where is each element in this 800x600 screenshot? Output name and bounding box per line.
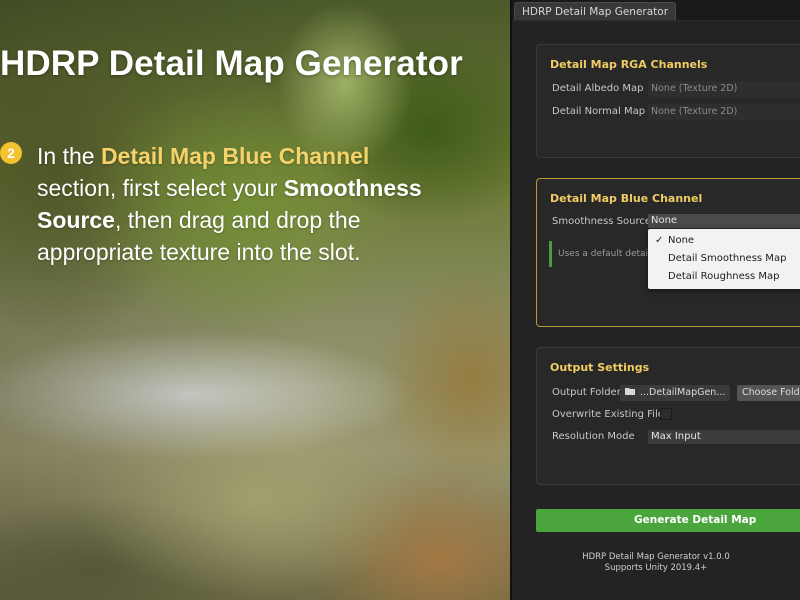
detail-normal-value: None (Texture 2D) <box>651 106 738 117</box>
overwrite-checkbox[interactable] <box>660 408 672 420</box>
smoothness-source-menu: ✓ None Detail Smoothness Map Detail Roug… <box>648 229 800 289</box>
footer-support: Supports Unity 2019.4+ <box>604 563 708 573</box>
step-number-badge: 2 <box>0 142 22 164</box>
output-section-title: Output Settings <box>550 361 650 374</box>
smoothness-source-label: Smoothness Source <box>552 216 652 227</box>
output-folder-label: Output Folder <box>552 387 621 398</box>
rga-section-title: Detail Map RGA Channels <box>550 58 708 71</box>
help-box-text: Uses a default detail s <box>558 249 659 259</box>
step-text-part2: section, first select your <box>37 175 284 201</box>
tab-bar: HDRP Detail Map Generator <box>512 0 800 21</box>
menu-item-detail-smoothness-map[interactable]: Detail Smoothness Map <box>648 250 800 267</box>
resolution-mode-label: Resolution Mode <box>552 431 635 442</box>
detail-albedo-value: None (Texture 2D) <box>651 83 738 94</box>
menu-item-label: None <box>668 235 695 246</box>
detail-normal-field[interactable]: None (Texture 2D) <box>648 104 800 120</box>
menu-item-label: Detail Smoothness Map <box>668 253 787 264</box>
output-folder-value: ...DetailMapGen... <box>640 387 726 398</box>
choose-folder-button[interactable]: Choose Folder <box>737 385 800 401</box>
help-box-accent <box>549 241 552 267</box>
smoothness-source-dropdown[interactable]: None <box>648 214 800 228</box>
step-text-highlight: Detail Map Blue Channel <box>100 143 370 169</box>
editor-window: HDRP Detail Map Generator Detail Map RGA… <box>510 0 800 600</box>
slide-headline: HDRP Detail Map Generator <box>0 44 463 83</box>
tab-hdrp-detail-map-generator[interactable]: HDRP Detail Map Generator <box>514 2 677 21</box>
overwrite-label: Overwrite Existing Files <box>552 409 670 420</box>
menu-item-label: Detail Roughness Map <box>668 271 780 282</box>
detail-normal-label: Detail Normal Map <box>552 106 646 117</box>
detail-albedo-field[interactable]: None (Texture 2D) <box>648 81 800 97</box>
generate-detail-map-button[interactable]: Generate Detail Map <box>536 509 800 532</box>
menu-item-detail-roughness-map[interactable]: Detail Roughness Map <box>648 268 800 285</box>
step-instruction: In the Detail Map Blue Channel section, … <box>37 140 447 268</box>
detail-albedo-label: Detail Albedo Map <box>552 83 644 94</box>
output-settings-section: Output Settings Output Folder ...DetailM… <box>536 347 800 485</box>
checkmark-icon: ✓ <box>655 235 664 246</box>
menu-item-none[interactable]: ✓ None <box>648 232 800 249</box>
output-folder-field[interactable]: ...DetailMapGen... <box>620 385 730 401</box>
step-text-part1: In the <box>37 143 101 169</box>
folder-icon <box>625 388 635 395</box>
tab-divider <box>512 20 800 21</box>
rga-channels-section: Detail Map RGA Channels Detail Albedo Ma… <box>536 44 800 158</box>
footer-version: HDRP Detail Map Generator v1.0.0 <box>582 552 730 562</box>
blue-section-title: Detail Map Blue Channel <box>550 192 703 205</box>
background-shade <box>0 0 512 600</box>
footer: HDRP Detail Map Generator v1.0.0 Support… <box>536 552 776 574</box>
resolution-mode-dropdown[interactable]: Max Input <box>648 430 800 444</box>
